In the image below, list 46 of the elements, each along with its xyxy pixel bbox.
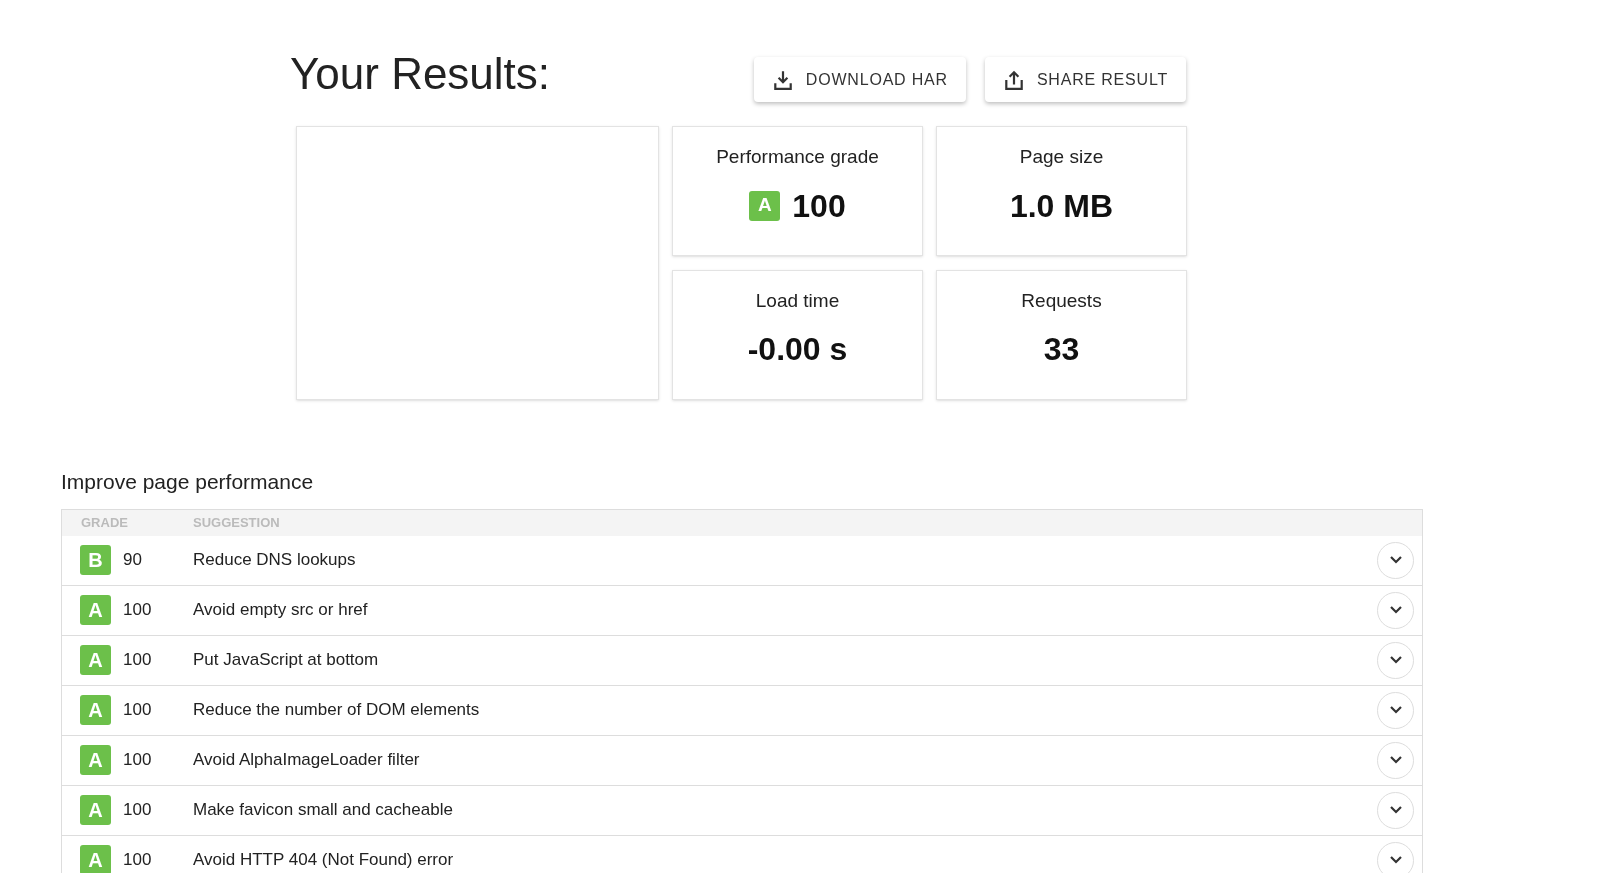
suggestion-cell-text: Avoid empty src or href <box>193 599 369 622</box>
upload-icon <box>1002 68 1025 91</box>
chevron-icon <box>1389 806 1402 814</box>
grade-badge: A <box>80 695 111 725</box>
suggestion-cell-text: Avoid HTTP 404 (Not Found) error <box>193 849 455 872</box>
metric-value: -0.00 s <box>747 330 848 369</box>
suggestion-cell-text: Make favicon small and cacheable <box>193 799 454 822</box>
chevron-icon <box>1389 606 1402 614</box>
chevron-icon <box>1389 756 1402 764</box>
score-cell-text: 100 <box>123 849 153 872</box>
section-heading: Improve page performance <box>61 469 315 495</box>
chevron-icon <box>1389 706 1402 714</box>
metric-value: 33 <box>1043 330 1080 369</box>
download-button[interactable]: DOWNLOAD HAR <box>753 57 966 102</box>
suggestion-cell-text: Avoid AlphaImageLoader filter <box>193 749 421 772</box>
grade-badge: A <box>80 795 111 825</box>
score-cell-text: 100 <box>123 649 153 672</box>
suggestion-cell-text: Reduce the number of DOM elements <box>193 699 481 722</box>
suggestion-cell-text: Put JavaScript at bottom <box>193 649 380 672</box>
column-header: SUGGESTION <box>193 513 280 532</box>
suggestion-cell-text: Reduce DNS lookups <box>193 549 357 572</box>
score-cell-text: 100 <box>123 799 153 822</box>
metric-label: Page size <box>1019 145 1104 169</box>
column-header: GRADE <box>81 513 129 532</box>
expand-button[interactable] <box>1377 841 1414 873</box>
metric-label: Performance grade <box>716 145 879 169</box>
grade-badge: A <box>80 845 111 873</box>
page-title: Your Results: <box>290 48 551 100</box>
score-cell-text: 100 <box>123 599 153 622</box>
metric-value: 1.0 MB <box>1009 186 1114 226</box>
score-cell-text: 100 <box>123 749 153 772</box>
metric-value: 100 <box>792 186 846 226</box>
chevron-icon <box>1389 656 1402 664</box>
score-cell-text: 90 <box>123 549 143 572</box>
chevron-icon <box>1389 556 1402 564</box>
score-cell-text: 100 <box>123 699 153 722</box>
share-button[interactable]: SHARE RESULT <box>984 57 1186 102</box>
download-icon <box>771 68 794 91</box>
grade-badge: A <box>749 190 781 221</box>
grade-badge: B <box>80 545 111 575</box>
chevron-icon <box>1389 856 1402 864</box>
grade-badge: A <box>80 595 111 625</box>
grade-badge: A <box>80 645 111 675</box>
metric-label: Requests <box>1021 288 1102 313</box>
metric-label: Load time <box>755 288 840 313</box>
grade-badge: A <box>80 745 111 775</box>
